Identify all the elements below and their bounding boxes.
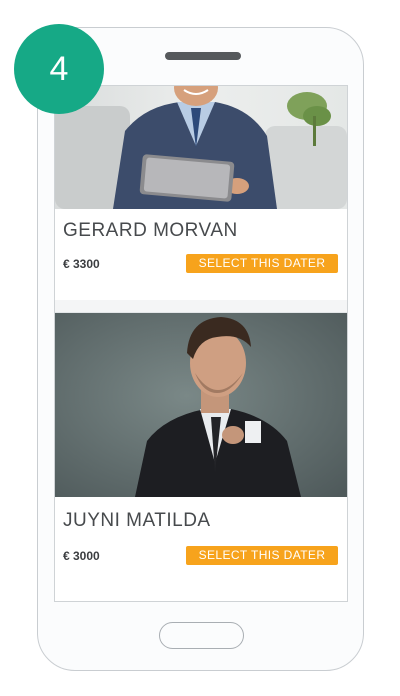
dater-name: GERARD MORVAN [63, 220, 238, 241]
dater-card[interactable]: GERARD MORVAN € 3300 SELECT THIS DATER [55, 86, 347, 301]
dater-name: JUYNI MATILDA [63, 510, 211, 531]
home-button[interactable] [159, 622, 244, 649]
select-dater-button[interactable]: SELECT THIS DATER [186, 254, 338, 273]
dater-price: € 3300 [63, 257, 100, 271]
card-divider [55, 300, 347, 313]
select-dater-button[interactable]: SELECT THIS DATER [186, 546, 338, 565]
dater-card[interactable]: JUYNI MATILDA € 3000 SELECT THIS DATER [55, 313, 347, 601]
phone-frame: GERARD MORVAN € 3300 SELECT THIS DATER J… [37, 27, 364, 671]
step-number-badge: 4 [14, 24, 104, 114]
tutorial-stage: GERARD MORVAN € 3300 SELECT THIS DATER J… [0, 0, 400, 696]
dater-price: € 3000 [63, 549, 100, 563]
phone-speaker [165, 52, 241, 60]
dater-photo [55, 313, 347, 497]
dater-photo [55, 86, 347, 209]
phone-screen[interactable]: GERARD MORVAN € 3300 SELECT THIS DATER J… [54, 85, 348, 602]
